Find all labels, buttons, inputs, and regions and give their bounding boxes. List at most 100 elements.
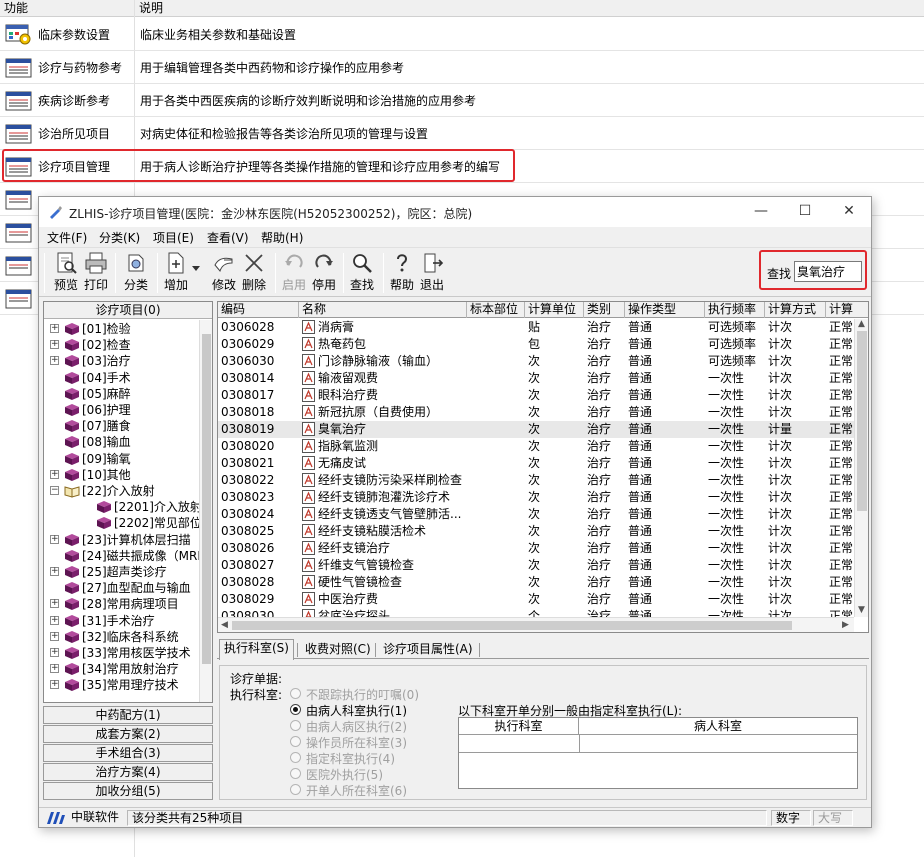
dept-row[interactable] xyxy=(459,735,857,753)
table-row[interactable]: 0308021 无痛皮试 次 治疗 普通 一次性 计次 正常 xyxy=(218,455,854,472)
tree-node[interactable]: + [01]检验 xyxy=(50,321,199,337)
table-row[interactable]: 0308019 臭氧治疗 次 治疗 普通 一次性 计量 正常 xyxy=(218,421,854,438)
tree-node[interactable]: [24]磁共振成像（MRI xyxy=(50,548,199,564)
delete-button[interactable]: 删除 xyxy=(239,251,269,295)
tree-node[interactable]: + [25]超声类诊疗 xyxy=(50,564,199,580)
surgery-combo-button[interactable]: 手术组合(3) xyxy=(43,744,213,762)
expand-icon[interactable]: + xyxy=(50,340,59,350)
add-button[interactable]: 增加 xyxy=(161,251,191,295)
title-bar[interactable]: ZLHIS-诊疗项目管理(医院：金沙林东医院(H52052300252)，院区：… xyxy=(39,197,871,227)
tree-node[interactable]: [05]麻醉 xyxy=(50,386,199,402)
table-row[interactable]: 0306029 热奄药包 包 治疗 普通 可选频率 计次 正常 xyxy=(218,336,854,353)
menu-file[interactable]: 文件(F) xyxy=(47,229,87,246)
category-button[interactable]: 分类 xyxy=(121,251,151,295)
menu-item[interactable]: 项目(E) xyxy=(153,229,194,246)
table-row[interactable]: 0308025 经纤支镜粘膜活检术 次 治疗 普通 一次性 计次 正常 xyxy=(218,523,854,540)
tree-node[interactable]: − [22]介入放射 xyxy=(50,483,199,499)
col-code[interactable]: 编码 xyxy=(218,302,299,318)
col-specimen[interactable]: 标本部位 xyxy=(467,302,525,318)
menu-help[interactable]: 帮助(H) xyxy=(261,229,303,246)
help-button[interactable]: 帮助 xyxy=(387,251,417,295)
collapse-icon[interactable]: − xyxy=(50,486,59,495)
menu-view[interactable]: 查看(V) xyxy=(207,229,249,246)
col-exec-dept[interactable]: 执行科室 xyxy=(459,718,579,735)
table-row[interactable]: 0308018 新冠抗原（自费使用） 次 治疗 普通 一次性 计次 正常 xyxy=(218,404,854,421)
radio-button[interactable] xyxy=(290,736,301,747)
tree-node[interactable]: [09]输氧 xyxy=(50,451,199,467)
table-row[interactable]: 0308017 眼科治疗费 次 治疗 普通 一次性 计次 正常 xyxy=(218,387,854,404)
scrollbar-thumb[interactable] xyxy=(857,331,867,511)
edit-button[interactable]: 修改 xyxy=(209,251,239,295)
table-row[interactable]: 0306030 门诊静脉输液（输血） 次 治疗 普通 可选频率 计次 正常 xyxy=(218,353,854,370)
table-row[interactable]: 0308023 经纤支镜肺泡灌洗诊疗术 次 治疗 普通 一次性 计次 正常 xyxy=(218,489,854,506)
grid-vertical-scrollbar[interactable]: ▲ ▼ xyxy=(854,319,868,617)
expand-icon[interactable]: + xyxy=(50,356,59,366)
find-button[interactable]: 查找 xyxy=(347,251,377,295)
disable-button[interactable]: 停用 xyxy=(309,251,339,295)
radio-button[interactable] xyxy=(290,720,301,731)
table-row[interactable]: 0308029 中医治疗费 次 治疗 普通 一次性 计次 正常 xyxy=(218,591,854,608)
expand-icon[interactable]: + xyxy=(50,680,59,690)
list-item-disease-reference[interactable]: 疾病诊断参考 用于各类中西医疾病的诊断疗效判断说明和诊治措施的应用参考 xyxy=(0,84,924,117)
scroll-right-icon[interactable]: ▶ xyxy=(842,620,849,630)
expand-icon[interactable]: + xyxy=(50,599,59,609)
list-item-findings[interactable]: 诊治所见项目 对病史体征和检验报告等各类诊治所见项的管理与设置 xyxy=(0,117,924,150)
col-calc[interactable]: 计算 xyxy=(826,302,868,318)
treatment-plan-button[interactable]: 治疗方案(4) xyxy=(43,763,213,781)
scroll-down-icon[interactable]: ▼ xyxy=(858,605,865,615)
add-dropdown-button[interactable] xyxy=(191,251,205,295)
expand-icon[interactable]: + xyxy=(50,664,59,674)
list-item-clinical-params[interactable]: 临床参数设置 临床业务相关参数和基础设置 xyxy=(0,18,924,51)
tree-node[interactable]: [06]护理 xyxy=(50,402,199,418)
expand-icon[interactable]: + xyxy=(50,567,59,576)
print-button[interactable]: 打印 xyxy=(81,251,111,295)
radio-button[interactable] xyxy=(290,688,301,699)
column-description[interactable]: 说明 xyxy=(135,0,924,17)
tree-header[interactable]: 诊疗项目(0) xyxy=(44,302,212,319)
tree-scrollbar[interactable] xyxy=(199,320,212,702)
radio-button[interactable] xyxy=(290,784,301,795)
expand-icon[interactable]: + xyxy=(50,534,59,544)
expand-icon[interactable]: + xyxy=(50,324,59,333)
tree-node[interactable]: + [02]检查 xyxy=(50,337,199,353)
expand-icon[interactable]: + xyxy=(50,648,59,657)
minimize-button[interactable]: — xyxy=(739,197,783,227)
tree-node[interactable]: [27]血型配血与输血 xyxy=(50,580,199,596)
tree-node[interactable]: [2202]常见部位介 xyxy=(50,515,199,531)
tree-node[interactable]: + [32]临床各科系统 xyxy=(50,629,199,645)
table-row[interactable]: 0306028 消病膏 贴 治疗 普通 可选频率 计次 正常 xyxy=(218,319,854,336)
expand-icon[interactable]: + xyxy=(50,469,59,479)
tree-node[interactable]: + [23]计算机体层扫描 xyxy=(50,532,199,548)
exit-button[interactable]: 退出 xyxy=(417,251,447,295)
col-unit[interactable]: 计算单位 xyxy=(525,302,584,318)
table-row[interactable]: 0308028 硬性气管镜检查 次 治疗 普通 一次性 计次 正常 xyxy=(218,574,854,591)
herbal-formula-button[interactable]: 中药配方(1) xyxy=(43,706,213,724)
expand-icon[interactable]: + xyxy=(50,615,59,625)
scrollbar-thumb[interactable] xyxy=(202,334,211,664)
radio-button[interactable] xyxy=(290,768,301,779)
col-patient-dept[interactable]: 病人科室 xyxy=(579,718,857,735)
tree-node[interactable]: + [34]常用放射治疗 xyxy=(50,661,199,677)
col-operation[interactable]: 操作类型 xyxy=(625,302,705,318)
tree-node[interactable]: [04]手术 xyxy=(50,370,199,386)
tree-node[interactable]: + [35]常用理疗技术 xyxy=(50,677,199,693)
col-type[interactable]: 类别 xyxy=(584,302,625,318)
tree-node[interactable]: [07]膳食 xyxy=(50,418,199,434)
table-row[interactable]: 0308027 纤维支气管镜检查 次 治疗 普通 一次性 计次 正常 xyxy=(218,557,854,574)
tab-charge-mapping[interactable]: 收费对照(C) xyxy=(301,641,375,659)
preview-button[interactable]: 预览 xyxy=(51,251,81,295)
tab-exec-dept[interactable]: 执行科室(S) xyxy=(219,639,294,660)
radio-button[interactable] xyxy=(290,704,301,715)
tree-node[interactable]: + [28]常用病理项目 xyxy=(50,596,199,612)
table-row[interactable]: 0308022 经纤支镜防污染采样刷检查 次 治疗 普通 一次性 计次 正常 xyxy=(218,472,854,489)
tree-node[interactable]: + [33]常用核医学技术 xyxy=(50,645,199,661)
table-row[interactable]: 0308020 指脉氧监测 次 治疗 普通 一次性 计次 正常 xyxy=(218,438,854,455)
find-input[interactable] xyxy=(794,261,862,282)
col-name[interactable]: 名称 xyxy=(299,302,467,318)
radio-button[interactable] xyxy=(290,752,301,763)
maximize-button[interactable]: ☐ xyxy=(783,197,827,227)
grid-horizontal-scrollbar[interactable]: ◀ ▶ xyxy=(218,617,854,632)
scroll-up-icon[interactable]: ▲ xyxy=(858,319,865,329)
tab-item-attributes[interactable]: 诊疗项目属性(A) xyxy=(379,641,477,659)
scroll-left-icon[interactable]: ◀ xyxy=(221,620,228,630)
